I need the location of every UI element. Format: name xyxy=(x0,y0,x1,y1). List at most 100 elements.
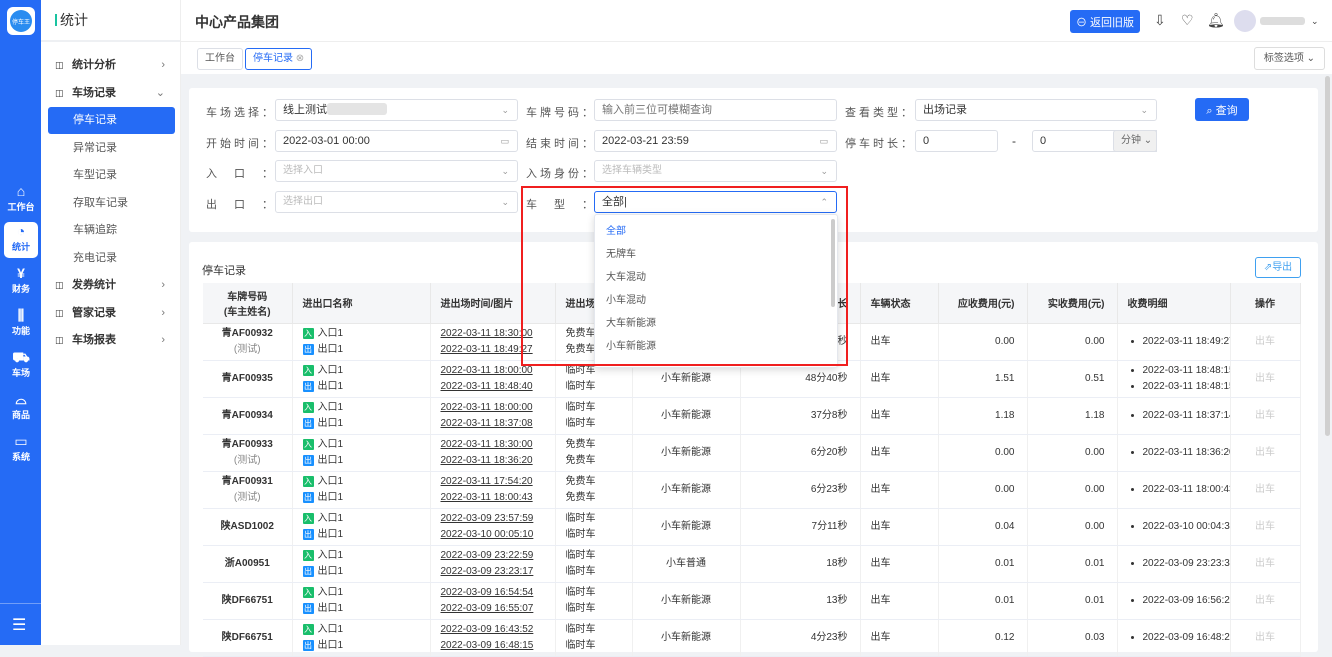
entry-select[interactable]: 选择入口 ⌄ xyxy=(275,160,518,182)
due-cell: 0.01 xyxy=(938,582,1028,620)
time-cell[interactable]: 2022-03-11 18:00:00 2022-03-11 18:37:08 xyxy=(430,397,556,435)
status-cell: 出车 xyxy=(860,545,939,583)
time-cell[interactable]: 2022-03-11 18:00:00 2022-03-11 18:48:40 xyxy=(430,360,556,398)
identity-label: 入场身份： xyxy=(526,168,596,180)
close-icon[interactable]: ⊗ xyxy=(296,53,304,64)
chevron-icon: › xyxy=(161,59,165,71)
tab-options-dropdown[interactable]: 标签选项 ⌄ xyxy=(1253,47,1325,70)
submenu-group-0[interactable]: 统计分析› xyxy=(48,52,175,79)
plate-cell: 青AF00932 (测试) xyxy=(203,323,293,361)
rail-item-4[interactable]: ⛟ 车场 xyxy=(4,348,38,384)
time-cell[interactable]: 2022-03-11 18:30:00 2022-03-11 18:49:27 xyxy=(430,323,556,361)
exit-car-button[interactable]: 出车 xyxy=(1230,323,1301,361)
divider xyxy=(0,603,41,604)
back-to-old-version-button[interactable]: ⊖ 返回旧版 xyxy=(1070,10,1140,33)
gate-cell: 入入口1 出出口1 xyxy=(292,434,431,472)
dropdown-option[interactable]: 无牌车 xyxy=(595,243,837,266)
view-type-select[interactable]: 出场记录 ⌄ xyxy=(915,99,1157,121)
dropdown-option[interactable]: 大车新能源 xyxy=(595,312,837,335)
exit-car-button[interactable]: 出车 xyxy=(1230,360,1301,398)
app-logo[interactable]: 停车王 xyxy=(7,7,35,35)
due-cell: 0.00 xyxy=(938,471,1028,509)
duration-unit-select[interactable]: 分钟 ⌄ xyxy=(1113,130,1157,152)
exit-car-button[interactable]: 出车 xyxy=(1230,397,1301,435)
exit-car-button[interactable]: 出车 xyxy=(1230,471,1301,509)
plate-cell: 青AF00934 xyxy=(203,397,293,435)
exit-tag: 出 xyxy=(302,602,314,614)
submenu-item-0[interactable]: 停车记录 xyxy=(48,107,175,134)
tab-workbench[interactable]: 工作台 xyxy=(197,48,243,70)
gate-cell: 入入口1 出出口1 xyxy=(292,619,431,657)
plate-input[interactable] xyxy=(594,99,837,121)
submenu-group-2[interactable]: 发券统计› xyxy=(48,272,175,299)
rail-item-1[interactable]: ◔ 统计 xyxy=(4,222,38,258)
time-cell[interactable]: 2022-03-09 16:43:52 2022-03-09 16:48:15 xyxy=(430,619,556,657)
rail-item-6[interactable]: ▭ 系统 xyxy=(4,432,38,468)
rail-item-3[interactable]: ⫼ 功能 xyxy=(4,306,38,342)
collapse-menu-icon[interactable]: ☰ xyxy=(12,615,26,635)
car-type-cell: 小车新能源 xyxy=(632,508,741,546)
start-time-input[interactable]: 2022-03-01 00:00 ▭ xyxy=(275,130,518,152)
identity-select[interactable]: 选择车辆类型 ⌄ xyxy=(594,160,837,182)
bell-icon[interactable]: 🔔︎ xyxy=(1207,12,1225,29)
submenu-title: 统计 xyxy=(41,0,180,42)
submenu-item-3[interactable]: 存取车记录 xyxy=(48,190,175,217)
submenu-group-4[interactable]: 车场报表› xyxy=(48,327,175,354)
time-cell[interactable]: 2022-03-09 16:54:54 2022-03-09 16:55:07 xyxy=(430,582,556,620)
entry-tag: 入 xyxy=(302,623,314,635)
due-cell: 1.18 xyxy=(938,397,1028,435)
detail-cell: 2022-03-09 16:56:23 xyxy=(1117,582,1231,620)
range-separator: - xyxy=(1012,134,1016,148)
type-cell: 免费车 免费车 xyxy=(555,471,633,509)
table-row: 青AF00934 入入口1 出出口1 2022-03-11 18:00:00 202… xyxy=(203,397,1301,435)
submenu-item-2[interactable]: 车型记录 xyxy=(48,162,175,189)
due-cell: 0.12 xyxy=(938,619,1028,657)
rail-item-5[interactable]: ⌓ 商品 xyxy=(4,390,38,426)
exit-tag: 出 xyxy=(302,639,314,651)
exit-car-button[interactable]: 出车 xyxy=(1230,619,1301,657)
dropdown-option[interactable]: 大车混动 xyxy=(595,266,837,289)
time-cell[interactable]: 2022-03-11 17:54:20 2022-03-11 18:00:43 xyxy=(430,471,556,509)
rail-item-0[interactable]: ⌂ 工作台 xyxy=(4,182,38,218)
time-cell[interactable]: 2022-03-09 23:57:59 2022-03-10 00:05:10 xyxy=(430,508,556,546)
lot-select[interactable]: 线上测试 ⌄ xyxy=(275,99,518,121)
dropdown-option[interactable]: 小车新能源 xyxy=(595,335,837,358)
query-button[interactable]: ⌕ 查询 xyxy=(1195,98,1249,121)
export-button[interactable]: ⇗导出 xyxy=(1255,257,1301,278)
end-time-input[interactable]: 2022-03-21 23:59 ▭ xyxy=(594,130,837,152)
plate-cell: 青AF00935 xyxy=(203,360,293,398)
exit-car-button[interactable]: 出车 xyxy=(1230,545,1301,583)
app-rail: 停车王 ⌂ 工作台 ◔ 统计 ¥ 财务 ⫼ 功能 ⛟ 车场 ⌓ 商品 ▭ 系统 ☰ xyxy=(0,0,41,645)
download-cloud-icon[interactable]: ⇩ xyxy=(1154,12,1166,29)
submenu-group-3[interactable]: 管家记录› xyxy=(48,300,175,327)
avatar[interactable] xyxy=(1234,10,1256,32)
chevron-down-icon[interactable]: ⌄ xyxy=(1311,16,1319,27)
car-type-select[interactable]: 全部| ⌃ xyxy=(594,191,837,213)
exit-car-button[interactable]: 出车 xyxy=(1230,508,1301,546)
paid-cell: 0.01 xyxy=(1027,545,1118,583)
rail-item-2[interactable]: ¥ 财务 xyxy=(4,264,38,300)
duration-min-input[interactable]: 0 xyxy=(915,130,998,152)
submenu-group-1[interactable]: 车场记录⌄ xyxy=(48,80,175,107)
username-blurred[interactable] xyxy=(1260,17,1305,25)
export-icon: ⇗ xyxy=(1263,262,1273,273)
exit-car-button[interactable]: 出车 xyxy=(1230,434,1301,472)
submenu-item-5[interactable]: 充电记录 xyxy=(48,245,175,272)
chevron-icon: › xyxy=(161,279,165,291)
time-cell[interactable]: 2022-03-09 23:22:59 2022-03-09 23:23:17 xyxy=(430,545,556,583)
exit-select[interactable]: 选择出口 ⌄ xyxy=(275,191,518,213)
dropdown-option[interactable]: 小车混动 xyxy=(595,289,837,312)
dropdown-option[interactable]: 全部 xyxy=(595,220,837,243)
plate-cell: 陕DF66751 xyxy=(203,582,293,620)
dropdown-scrollbar[interactable] xyxy=(831,219,835,307)
records-title: 停车记录 xyxy=(202,265,246,277)
time-cell[interactable]: 2022-03-11 18:30:00 2022-03-11 18:36:20 xyxy=(430,434,556,472)
detail-cell: 2022-03-11 18:37:14 xyxy=(1117,397,1231,435)
car-type-cell: 小车新能源 xyxy=(632,619,741,657)
page-scrollbar[interactable] xyxy=(1325,76,1330,436)
tab-parking-records[interactable]: 停车记录 ⊗ xyxy=(245,48,313,70)
submenu-item-1[interactable]: 异常记录 xyxy=(48,135,175,162)
exit-car-button[interactable]: 出车 xyxy=(1230,582,1301,620)
lightbulb-icon[interactable]: ♡ xyxy=(1181,12,1194,29)
submenu-item-4[interactable]: 车辆追踪 xyxy=(48,217,175,244)
